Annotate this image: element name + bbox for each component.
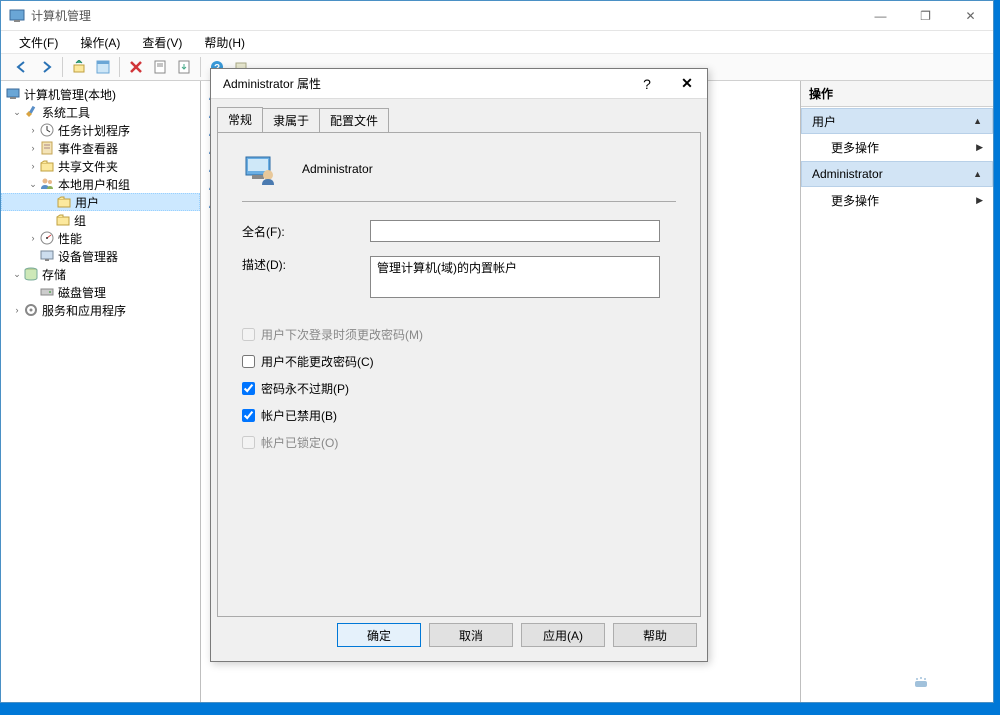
dialog-help-button[interactable]: ?: [627, 76, 667, 92]
expander-icon[interactable]: ›: [27, 161, 39, 171]
apply-button[interactable]: 应用(A): [521, 623, 605, 647]
expander-icon[interactable]: ›: [27, 143, 39, 153]
watermark: 路由器: [908, 671, 988, 697]
restore-button[interactable]: ❐: [903, 1, 948, 30]
refresh-button[interactable]: [149, 56, 171, 78]
tree-panel[interactable]: 计算机管理(本地) ⌄ 系统工具 › 任务计划程序 › 事件查看器 › 共享文件…: [1, 81, 201, 702]
menu-view[interactable]: 查看(V): [138, 32, 186, 53]
properties-button[interactable]: [92, 56, 114, 78]
checkbox-input[interactable]: [242, 409, 255, 422]
up-button[interactable]: [68, 56, 90, 78]
collapse-icon: ▲: [973, 116, 982, 126]
dialog-close-button[interactable]: ✕: [667, 75, 707, 92]
folder-icon: [56, 194, 72, 210]
ok-button[interactable]: 确定: [337, 623, 421, 647]
disk-icon: [39, 284, 55, 300]
dialog-button-row: 确定 取消 应用(A) 帮助: [211, 623, 707, 657]
more-actions-users[interactable]: 更多操作▶: [801, 134, 993, 160]
cancel-button[interactable]: 取消: [429, 623, 513, 647]
tab-strip: 常规 隶属于 配置文件: [211, 107, 707, 132]
tree-disk-management[interactable]: 磁盘管理: [1, 283, 200, 301]
nav-forward-button[interactable]: [35, 56, 57, 78]
checkbox-neverexpire[interactable]: 密码永不过期(P): [242, 380, 676, 397]
tab-body: Administrator 全名(F): 描述(D): 用户下次登录时须更改密码…: [217, 132, 701, 617]
tree-users[interactable]: 用户: [1, 193, 200, 211]
computer-icon: [5, 86, 21, 102]
menu-action[interactable]: 操作(A): [76, 32, 124, 53]
dialog-titlebar: Administrator 属性 ? ✕: [211, 69, 707, 99]
properties-dialog: Administrator 属性 ? ✕ 常规 隶属于 配置文件 Adminis…: [210, 68, 708, 662]
username-display: Administrator: [302, 162, 373, 176]
user-large-icon: [242, 151, 278, 187]
tree-services[interactable]: › 服务和应用程序: [1, 301, 200, 319]
dialog-title-text: Administrator 属性: [223, 75, 627, 92]
tools-icon: [23, 104, 39, 120]
fullname-label: 全名(F):: [242, 223, 370, 240]
event-icon: [39, 140, 55, 156]
minimize-button[interactable]: —: [858, 1, 903, 30]
checkbox-locked: 帐户已锁定(O): [242, 434, 676, 451]
share-icon: [39, 158, 55, 174]
collapse-icon: ▲: [973, 169, 982, 179]
perf-icon: [39, 230, 55, 246]
delete-button[interactable]: [125, 56, 147, 78]
watermark-icon: [908, 671, 934, 697]
checkbox-input[interactable]: [242, 382, 255, 395]
clock-icon: [39, 122, 55, 138]
more-actions-admin[interactable]: 更多操作▶: [801, 187, 993, 213]
expander-icon[interactable]: ›: [27, 233, 39, 243]
services-icon: [23, 302, 39, 318]
expander-icon[interactable]: ⌄: [11, 107, 23, 118]
checkbox-disabled[interactable]: 帐户已禁用(B): [242, 407, 676, 424]
tree-shared-folders[interactable]: › 共享文件夹: [1, 157, 200, 175]
nav-back-button[interactable]: [11, 56, 33, 78]
description-label: 描述(D):: [242, 256, 370, 273]
tab-general[interactable]: 常规: [217, 107, 263, 132]
expander-icon[interactable]: ›: [11, 305, 23, 315]
menubar: 文件(F) 操作(A) 查看(V) 帮助(H): [1, 31, 993, 53]
expander-icon[interactable]: ›: [27, 125, 39, 135]
submenu-icon: ▶: [976, 195, 983, 206]
tree-storage[interactable]: ⌄ 存储: [1, 265, 200, 283]
checkbox-input: [242, 436, 255, 449]
checkbox-cannotchange[interactable]: 用户不能更改密码(C): [242, 353, 676, 370]
titlebar: 计算机管理 — ❐ ✕: [1, 1, 993, 31]
actions-section-admin[interactable]: Administrator▲: [801, 161, 993, 187]
expander-icon[interactable]: ⌄: [27, 179, 39, 190]
description-input[interactable]: [370, 256, 660, 298]
submenu-icon: ▶: [976, 142, 983, 153]
tree-systools[interactable]: ⌄ 系统工具: [1, 103, 200, 121]
window-title: 计算机管理: [31, 7, 858, 24]
help-button[interactable]: 帮助: [613, 623, 697, 647]
actions-section-users[interactable]: 用户▲: [801, 108, 993, 134]
tree-groups[interactable]: 组: [1, 211, 200, 229]
users-icon: [39, 176, 55, 192]
tree-performance[interactable]: › 性能: [1, 229, 200, 247]
export-button[interactable]: [173, 56, 195, 78]
tab-profile[interactable]: 配置文件: [319, 108, 389, 132]
tree-local-users[interactable]: ⌄ 本地用户和组: [1, 175, 200, 193]
close-button[interactable]: ✕: [948, 1, 993, 30]
tree-event-viewer[interactable]: › 事件查看器: [1, 139, 200, 157]
menu-help[interactable]: 帮助(H): [200, 32, 249, 53]
fullname-input[interactable]: [370, 220, 660, 242]
actions-header: 操作: [801, 81, 993, 107]
tree-device-manager[interactable]: 设备管理器: [1, 247, 200, 265]
checkbox-input: [242, 328, 255, 341]
menu-file[interactable]: 文件(F): [15, 32, 62, 53]
storage-icon: [23, 266, 39, 282]
app-icon: [9, 8, 25, 24]
tab-memberof[interactable]: 隶属于: [262, 108, 320, 132]
separator: [242, 201, 676, 202]
checkbox-input[interactable]: [242, 355, 255, 368]
checkbox-mustchange: 用户下次登录时须更改密码(M): [242, 326, 676, 343]
tree-task-scheduler[interactable]: › 任务计划程序: [1, 121, 200, 139]
expander-icon[interactable]: ⌄: [11, 269, 23, 280]
device-icon: [39, 248, 55, 264]
folder-icon: [55, 212, 71, 228]
actions-panel: 操作 用户▲ 更多操作▶ Administrator▲ 更多操作▶: [801, 81, 993, 702]
tree-root[interactable]: 计算机管理(本地): [1, 85, 200, 103]
